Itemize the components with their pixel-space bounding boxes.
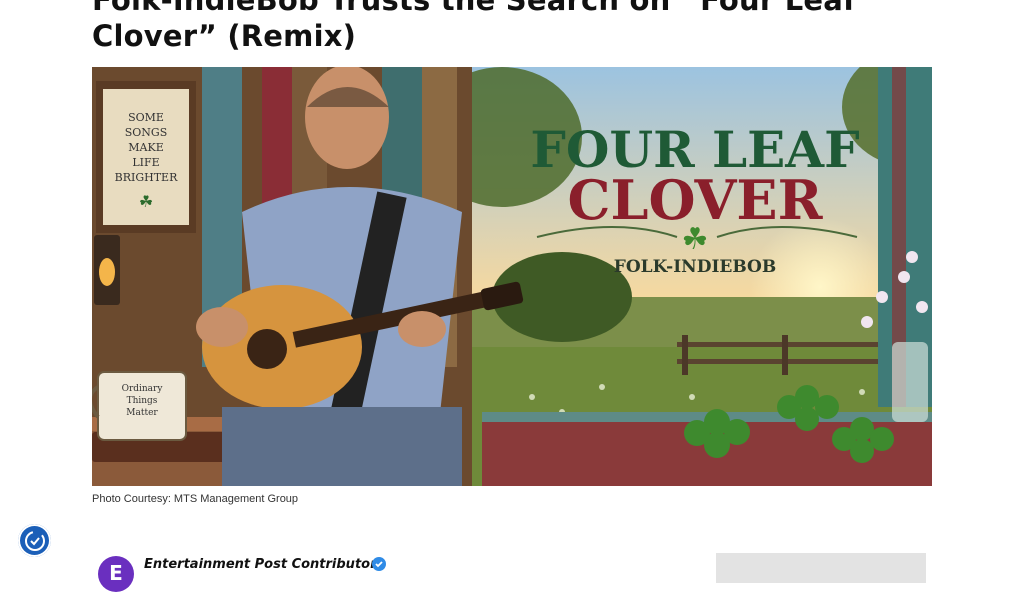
mug-line: Things — [127, 396, 158, 406]
clover-icon: ☘ — [139, 194, 153, 211]
author-name[interactable]: Entertainment Post Contributor — [144, 557, 377, 572]
author-avatar[interactable]: E — [98, 556, 134, 592]
art-artist: FOLK-INDIEBOB — [614, 257, 776, 277]
photo-credit: Photo Courtesy: MTS Management Group — [92, 493, 299, 505]
sign-line: SOME — [128, 111, 164, 124]
sidebar-placeholder — [716, 553, 926, 583]
sign-line: MAKE — [128, 141, 163, 154]
sign-line: SONGS — [125, 126, 168, 139]
mug-line: Matter — [126, 408, 158, 418]
article-title: Folk-IndieBob Trusts the Search on “Four… — [92, 0, 856, 53]
accessibility-button[interactable] — [18, 524, 51, 557]
mug-line: Ordinary — [122, 384, 164, 394]
accessibility-icon — [24, 530, 45, 551]
art-clover-icon: ☘ — [682, 223, 709, 256]
sign-line: LIFE — [132, 156, 159, 169]
sign-line: BRIGHTER — [115, 171, 178, 184]
hero-image: SOME SONGS MAKE LIFE BRIGHTER ☘ Ordinary… — [92, 67, 932, 486]
verified-icon — [372, 557, 386, 571]
